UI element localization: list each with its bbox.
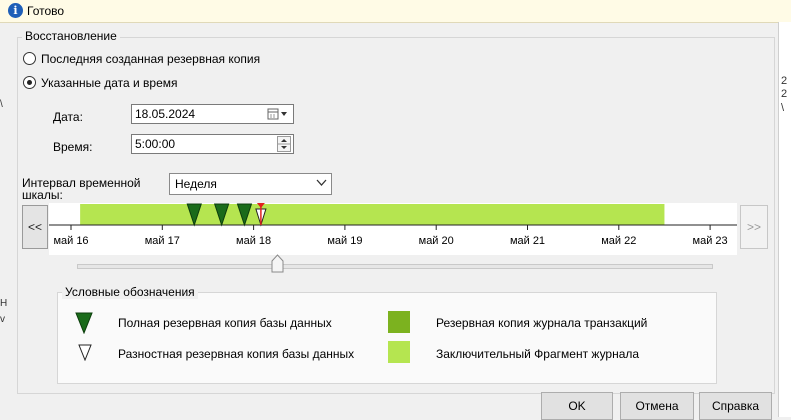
- time-input[interactable]: 5:00:00: [131, 134, 294, 154]
- time-spinner-icon[interactable]: [277, 136, 291, 152]
- timeline-prev-button[interactable]: <<: [22, 205, 48, 249]
- slider-thumb[interactable]: [271, 254, 284, 273]
- clipped-text: 2: [781, 75, 788, 87]
- timeline-tick-label: май 21: [510, 235, 545, 247]
- calendar-dropdown-icon[interactable]: [267, 108, 289, 120]
- status-text: Готово: [27, 4, 65, 18]
- date-label: Дата:: [53, 110, 83, 124]
- interval-select-value[interactable]: Неделя: [175, 177, 217, 191]
- radio-specific-datetime-label[interactable]: Указанные дата и время: [41, 76, 178, 90]
- chevron-down-icon[interactable]: [316, 179, 327, 187]
- clipped-text: \: [781, 102, 785, 114]
- timeline-tick-label: май 16: [53, 235, 88, 247]
- time-label: Время:: [53, 140, 93, 154]
- interval-label-line2: шкалы:: [22, 188, 63, 202]
- interval-select[interactable]: Неделя: [169, 173, 332, 195]
- legend-tlog-label: Резервная копия журнала транзакций: [436, 316, 648, 330]
- full-backup-icon: [75, 312, 93, 334]
- clipped-text: 2: [781, 88, 788, 100]
- timeline-tick-label: май 17: [145, 235, 180, 247]
- legend-full-label: Полная резервная копия базы данных: [118, 316, 332, 330]
- cancel-button[interactable]: Отмена: [620, 392, 694, 420]
- diff-backup-icon: [78, 344, 92, 361]
- info-icon: i: [8, 3, 23, 18]
- clipped-text: Н: [0, 298, 8, 309]
- backup-timeline[interactable]: май 16 май 17 май 18 май 19 май 20 май 21 май …: [49, 203, 737, 255]
- restore-group-title: Восстановление: [22, 29, 120, 43]
- log-range-bar: [80, 204, 665, 225]
- clipped-text: \: [0, 99, 3, 110]
- clipped-text: v: [0, 314, 5, 325]
- date-value[interactable]: 18.05.2024: [135, 107, 195, 121]
- legend-title: Условные обозначения: [62, 285, 198, 299]
- legend-box: [57, 292, 717, 384]
- timeline-tick-label: май 23: [693, 235, 728, 247]
- ok-button[interactable]: OK: [541, 392, 613, 420]
- legend-diff-label: Разностная резервная копия базы данных: [118, 347, 355, 361]
- timeline-tick-label: май 19: [327, 235, 362, 247]
- background-window-edge: 2 2 \: [778, 22, 791, 417]
- legend-tail-label: Заключительный Фрагмент журнала: [436, 347, 640, 361]
- help-button[interactable]: Справка: [699, 392, 772, 420]
- timeline-tick-label: май 18: [236, 235, 271, 247]
- tail-swatch-icon: [388, 341, 410, 363]
- status-bar: i Готово: [0, 0, 791, 23]
- timeline-tick-label: май 22: [601, 235, 636, 247]
- date-picker[interactable]: 18.05.2024: [131, 104, 294, 124]
- background-window-edge-left: \ Н v: [0, 22, 10, 417]
- radio-last-backup-label[interactable]: Последняя созданная резервная копия: [41, 52, 260, 66]
- radio-specific-datetime[interactable]: [23, 76, 36, 89]
- timeline-next-button[interactable]: >>: [740, 205, 768, 249]
- time-value[interactable]: 5:00:00: [135, 137, 175, 151]
- tlog-swatch-icon: [388, 311, 410, 333]
- timeline-tick-label: май 20: [419, 235, 454, 247]
- radio-last-backup[interactable]: [23, 52, 36, 65]
- timeline-zoom-slider[interactable]: [77, 264, 713, 269]
